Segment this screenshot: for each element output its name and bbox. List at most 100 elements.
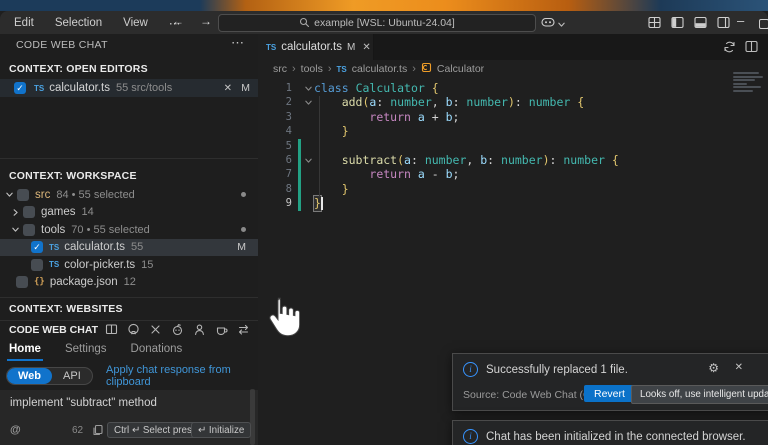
tree-item-label: src: [35, 188, 51, 201]
section-open-editors[interactable]: CONTEXT: OPEN EDITORS: [9, 63, 148, 75]
toggle-panel-icon[interactable]: [694, 16, 707, 34]
nav-forward-icon[interactable]: →: [200, 14, 212, 28]
chevron-down-icon[interactable]: [4, 190, 14, 199]
copy-icon[interactable]: [92, 423, 104, 441]
typescript-file-icon: TS: [266, 42, 277, 52]
nav-back-icon[interactable]: ←: [172, 14, 184, 28]
apply-clipboard-link[interactable]: Apply chat response from clipboard: [106, 364, 258, 388]
gear-icon[interactable]: ⚙: [708, 361, 719, 375]
mode-api-toggle[interactable]: API: [52, 368, 92, 384]
tree-row-color-picker.ts[interactable]: TS color-picker.ts 15: [0, 256, 258, 274]
open-editor-row-calculator[interactable]: ✓ TS calculator.ts 55 src/tools ✕ M: [0, 79, 258, 97]
checkbox-unchecked[interactable]: [23, 206, 35, 219]
editor-actions: [723, 40, 758, 53]
gutter-spacer: [298, 81, 301, 95]
tab-close-icon[interactable]: ✕: [362, 42, 370, 53]
docs-icon[interactable]: [105, 323, 118, 336]
tab-modified-badge: M: [346, 41, 356, 53]
checkbox-unchecked[interactable]: [17, 188, 29, 201]
revert-button[interactable]: Revert: [584, 385, 635, 402]
tree-row-calculator.ts[interactable]: ✓ TS calculator.ts 55 M: [0, 238, 258, 256]
checkbox-checked[interactable]: ✓: [31, 241, 43, 254]
tab-settings[interactable]: Settings: [65, 343, 107, 355]
code-line-5: 5: [258, 138, 768, 153]
chevron-down-icon[interactable]: [10, 225, 20, 234]
typescript-file-icon: TS: [336, 64, 347, 74]
github-icon[interactable]: [127, 323, 140, 336]
section-websites[interactable]: CONTEXT: WEBSITES: [9, 303, 123, 315]
breadcrumb-folder[interactable]: tools: [301, 63, 323, 75]
tree-row-tools[interactable]: tools 70 • 55 selected: [0, 221, 258, 239]
code-line-3: 3 return a + b;: [285, 109, 460, 124]
tree-item-meta: 14: [81, 206, 94, 219]
mention-icon[interactable]: @: [10, 424, 21, 436]
intelligent-update-button[interactable]: Looks off, use intelligent update: [631, 385, 768, 404]
text-cursor: [321, 196, 323, 210]
checkbox-unchecked[interactable]: [16, 276, 28, 289]
customize-layout-icon[interactable]: [648, 16, 661, 34]
tab-home[interactable]: Home: [7, 343, 43, 361]
window-minimize-icon[interactable]: –: [737, 13, 744, 28]
breadcrumb-file[interactable]: calculator.ts: [352, 63, 407, 75]
prompt-input[interactable]: implement "subtract" method @ 62 Ctrl ↵ …: [0, 390, 258, 445]
chevron-right-icon[interactable]: [10, 208, 20, 217]
initialize-button[interactable]: ↵ Initialize: [191, 422, 252, 438]
user-icon[interactable]: [193, 323, 206, 336]
breadcrumb-folder[interactable]: src: [273, 63, 287, 75]
code-area[interactable]: 1 class Calculator {2 add(a: number, b: n…: [258, 81, 768, 212]
indent-guide: [319, 96, 320, 197]
git-added-gutter: [298, 167, 301, 182]
gutter-spacer: [298, 95, 301, 109]
tree-row-games[interactable]: games 14: [0, 204, 258, 222]
reddit-icon[interactable]: [171, 323, 184, 336]
divider: [0, 158, 258, 159]
code-line-8: 8 }: [285, 181, 349, 197]
menu-bar: Edit Selection View ⋯: [12, 11, 182, 34]
menu-item-selection[interactable]: Selection: [53, 17, 104, 29]
coffee-icon[interactable]: [215, 323, 228, 336]
breadcrumb[interactable]: src › tools › TS calculator.ts › Calcula…: [258, 60, 768, 78]
chevron-down-icon: [557, 16, 566, 34]
close-icon[interactable]: ✕: [224, 83, 232, 94]
divider: [0, 297, 258, 298]
tree-row-src[interactable]: src 84 • 55 selected: [0, 186, 258, 204]
symbol-class-icon: [421, 62, 432, 76]
notification-chat-initialized: i Chat has been initialized in the conne…: [452, 420, 768, 445]
menu-item-view[interactable]: View: [121, 17, 150, 29]
x-icon[interactable]: [149, 323, 162, 336]
copilot-menu[interactable]: [541, 15, 566, 34]
cwc-panel-title: CODE WEB CHAT: [9, 323, 99, 336]
toggle-sidebar-right-icon[interactable]: [717, 16, 730, 34]
checkbox-unchecked[interactable]: [23, 223, 35, 236]
fold-chevron-icon[interactable]: [302, 98, 314, 107]
tree-item-meta: 15: [141, 258, 154, 271]
modified-badge: M: [237, 241, 246, 254]
checkbox-checked[interactable]: ✓: [14, 82, 26, 94]
cwc-tabs: Home Settings Donations: [0, 337, 267, 361]
git-added-gutter: [298, 138, 301, 153]
breadcrumb-symbol[interactable]: Calculator: [437, 63, 484, 75]
modified-dot-icon: [241, 227, 246, 233]
open-changes-icon[interactable]: [723, 40, 736, 53]
tab-calculator-ts[interactable]: TS calculator.ts M ✕: [258, 34, 374, 60]
minimap[interactable]: [733, 72, 765, 93]
close-icon[interactable]: ✕: [735, 362, 743, 373]
mode-web-toggle[interactable]: Web: [7, 368, 53, 384]
tab-donations[interactable]: Donations: [131, 343, 183, 355]
more-actions-icon[interactable]: ⋯: [231, 35, 244, 51]
window-maximize-icon[interactable]: [759, 19, 768, 29]
tree-row-package.json[interactable]: {} package.json 12: [0, 274, 258, 292]
fold-chevron-icon[interactable]: [302, 84, 314, 93]
sidebar-scrollbar[interactable]: [250, 389, 255, 445]
toggle-sidebar-left-icon[interactable]: [671, 16, 684, 34]
menu-item-edit[interactable]: Edit: [12, 17, 36, 29]
fold-chevron-icon[interactable]: [302, 156, 314, 165]
checkbox-unchecked[interactable]: [31, 258, 43, 271]
section-workspace[interactable]: CONTEXT: WORKSPACE: [9, 170, 137, 182]
typescript-file-icon: TS: [49, 260, 60, 270]
swap-icon[interactable]: [237, 323, 250, 336]
tree-item-label: tools: [41, 223, 66, 236]
command-center-search[interactable]: example [WSL: Ubuntu-24.04]: [218, 14, 536, 32]
tree-item-meta: 84 • 55 selected: [56, 188, 135, 201]
split-editor-icon[interactable]: [745, 40, 758, 53]
